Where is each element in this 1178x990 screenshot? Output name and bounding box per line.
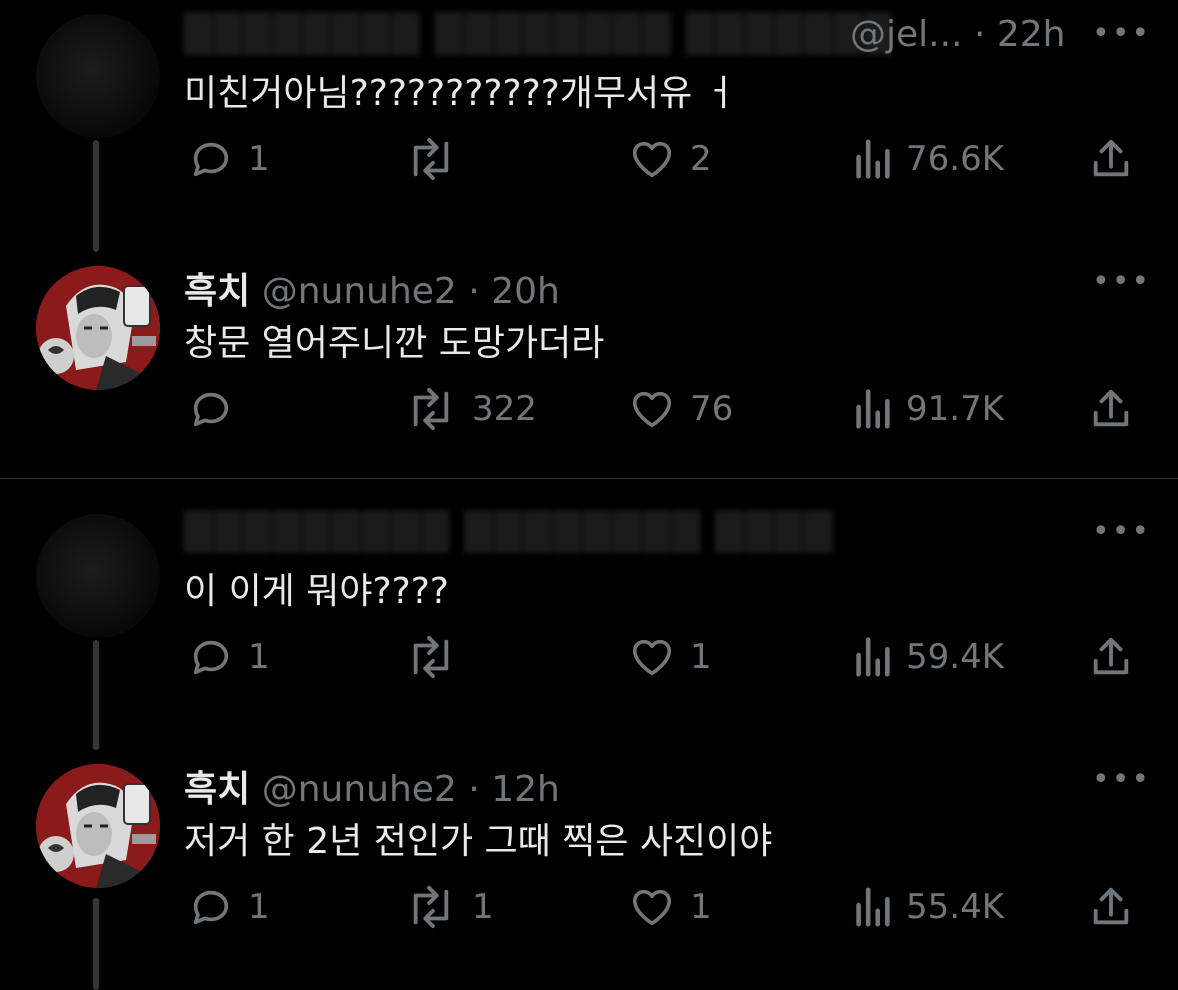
timestamp[interactable]: 22h bbox=[997, 14, 1066, 55]
tweet-actions: 1 1 1 55.4K bbox=[0, 884, 1178, 940]
views-chart-icon bbox=[856, 389, 890, 429]
tweet-text: 창문 열어주니깐 도망가더라 bbox=[184, 323, 605, 364]
tweet-text: 미친거아님???????????개무서유 ㅓ bbox=[184, 73, 737, 114]
avatar[interactable] bbox=[36, 14, 160, 138]
more-dots-icon[interactable]: ••• bbox=[1092, 264, 1151, 299]
share-button[interactable] bbox=[1088, 386, 1134, 432]
more-dots-icon[interactable]: ••• bbox=[1092, 762, 1151, 797]
tweet-actions: 1 1 59.4K bbox=[0, 634, 1178, 690]
avatar[interactable] bbox=[36, 764, 160, 888]
views-count: 76.6K bbox=[906, 139, 1004, 179]
views-count: 59.4K bbox=[906, 637, 1004, 677]
retweet-icon bbox=[413, 885, 449, 929]
manga-profile-image bbox=[36, 266, 160, 390]
separator: · bbox=[973, 14, 986, 55]
author-handle[interactable]: @nunuhe2 bbox=[262, 769, 457, 810]
like-count: 1 bbox=[690, 887, 712, 927]
views-chart-icon bbox=[856, 887, 890, 927]
reply-icon bbox=[193, 392, 229, 427]
author-handle[interactable]: @jel... bbox=[850, 14, 962, 55]
share-icon bbox=[1093, 139, 1129, 177]
heart-icon bbox=[632, 889, 672, 926]
reply-count: 1 bbox=[248, 139, 270, 179]
views-count: 91.7K bbox=[906, 389, 1004, 429]
tweet-text: 이 이게 뭐야???? bbox=[184, 571, 449, 612]
avatar[interactable] bbox=[36, 514, 160, 638]
more-dots-icon[interactable]: ••• bbox=[1092, 514, 1151, 549]
tweet-header: ████████ ████████ ███████ bbox=[184, 14, 894, 55]
like-button[interactable]: 2 bbox=[628, 136, 712, 182]
tweet-actions: 1 2 76.6K bbox=[0, 136, 1178, 192]
tweet[interactable]: 흑치 @nunuhe2 · 20h ••• 창문 열어주니깐 도망가더라 322… bbox=[0, 250, 1178, 478]
share-button[interactable] bbox=[1088, 634, 1134, 680]
reply-icon bbox=[193, 890, 229, 925]
share-icon bbox=[1093, 637, 1129, 675]
views-chart-icon bbox=[856, 637, 890, 677]
retweet-icon bbox=[413, 387, 449, 431]
reply-count: 1 bbox=[248, 637, 270, 677]
share-button[interactable] bbox=[1088, 884, 1134, 930]
reply-button[interactable]: 1 bbox=[188, 884, 270, 930]
retweet-count: 322 bbox=[472, 389, 537, 429]
reply-icon bbox=[193, 142, 229, 177]
tweet[interactable]: ████████ ████████ ███████ @jel... · 22h … bbox=[0, 0, 1178, 240]
views-button[interactable]: 59.4K bbox=[852, 634, 1004, 680]
share-button[interactable] bbox=[1088, 136, 1134, 182]
retweet-count: 1 bbox=[472, 887, 494, 927]
tweet-header: 흑치 @nunuhe2 · 12h bbox=[184, 760, 560, 812]
like-button[interactable]: 76 bbox=[628, 386, 733, 432]
retweet-button[interactable]: 322 bbox=[404, 386, 537, 432]
like-count: 2 bbox=[690, 139, 712, 179]
retweet-icon bbox=[413, 635, 449, 679]
tweet-header: █████████ ████████ ████ bbox=[184, 512, 834, 553]
heart-icon bbox=[632, 141, 672, 178]
tweet-header-meta: @jel... · 22h bbox=[850, 14, 1065, 55]
separator: · bbox=[468, 271, 480, 312]
more-dots-icon[interactable]: ••• bbox=[1092, 16, 1151, 51]
like-button[interactable]: 1 bbox=[628, 634, 712, 680]
timestamp[interactable]: 12h bbox=[491, 769, 560, 810]
avatar[interactable] bbox=[36, 266, 160, 390]
tweet[interactable]: █████████ ████████ ████ ••• 이 이게 뭐야???? … bbox=[0, 500, 1178, 740]
views-count: 55.4K bbox=[906, 887, 1004, 927]
like-count: 76 bbox=[690, 389, 734, 429]
views-chart-icon bbox=[856, 139, 890, 179]
views-button[interactable]: 76.6K bbox=[852, 136, 1004, 182]
manga-profile-image bbox=[36, 764, 160, 888]
author-name-blurred[interactable]: █████████ ████████ ████ bbox=[184, 512, 834, 553]
separator: · bbox=[468, 769, 480, 810]
retweet-button[interactable] bbox=[404, 136, 472, 182]
heart-icon bbox=[632, 639, 672, 676]
author-name[interactable]: 흑치 bbox=[184, 769, 250, 810]
share-icon bbox=[1093, 389, 1129, 427]
author-name[interactable]: 흑치 bbox=[184, 271, 250, 312]
tweet-header: 흑치 @nunuhe2 · 20h bbox=[184, 262, 560, 314]
tweet-actions: 322 76 91.7K bbox=[0, 386, 1178, 442]
views-button[interactable]: 91.7K bbox=[852, 386, 1004, 432]
reply-button[interactable]: 1 bbox=[188, 136, 270, 182]
retweet-button[interactable]: 1 bbox=[404, 884, 494, 930]
like-count: 1 bbox=[690, 637, 712, 677]
reply-count: 1 bbox=[248, 887, 270, 927]
retweet-button[interactable] bbox=[404, 634, 472, 680]
reply-icon bbox=[193, 640, 229, 675]
reply-button[interactable]: 1 bbox=[188, 634, 270, 680]
heart-icon bbox=[632, 391, 672, 428]
tweet-text: 저거 한 2년 전인가 그때 찍은 사진이야 bbox=[184, 821, 773, 862]
author-name-blurred[interactable]: ████████ ████████ ███████ bbox=[184, 14, 894, 55]
conversation-divider bbox=[0, 478, 1178, 479]
timestamp[interactable]: 20h bbox=[491, 271, 560, 312]
author-handle[interactable]: @nunuhe2 bbox=[262, 271, 457, 312]
retweet-icon bbox=[413, 137, 449, 181]
reply-button[interactable] bbox=[188, 386, 248, 432]
tweet[interactable]: 흑치 @nunuhe2 · 12h ••• 저거 한 2년 전인가 그때 찍은 … bbox=[0, 750, 1178, 990]
share-icon bbox=[1093, 887, 1129, 925]
like-button[interactable]: 1 bbox=[628, 884, 712, 930]
views-button[interactable]: 55.4K bbox=[852, 884, 1004, 930]
